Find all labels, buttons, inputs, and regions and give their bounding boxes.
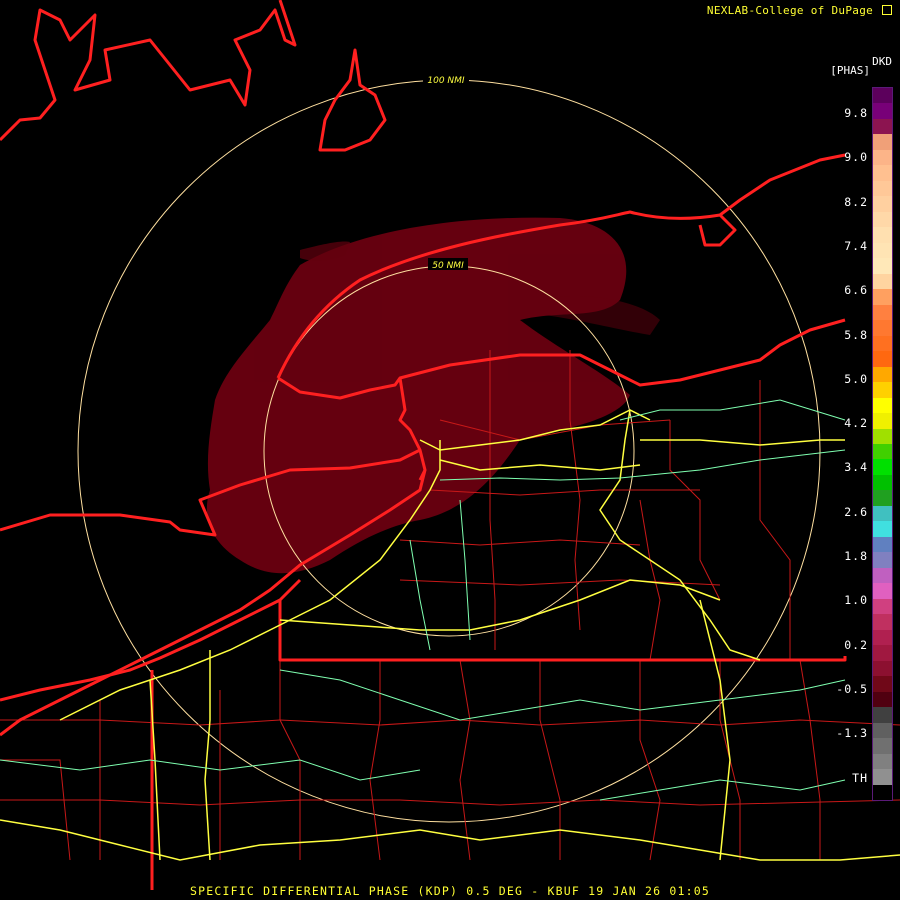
units-label: [PHAS] bbox=[830, 64, 870, 77]
colorbar-segment bbox=[873, 242, 892, 259]
colorbar-tick-label: 1.8 bbox=[844, 549, 868, 563]
colorbar-segment bbox=[873, 629, 892, 646]
credit-label[interactable]: NEXLAB-College of DuPage bbox=[707, 4, 892, 17]
colorbar-segment bbox=[873, 118, 892, 135]
colorbar-segment bbox=[873, 444, 892, 460]
colorbar-segment bbox=[873, 211, 892, 228]
colorbar-tick-label: 9.8 bbox=[844, 106, 868, 120]
colorbar-segment bbox=[873, 583, 892, 600]
colorbar-tick-label: 1.0 bbox=[844, 593, 868, 608]
colorbar-segment bbox=[873, 784, 892, 801]
colorbar-tick-label: 8.2 bbox=[844, 194, 868, 209]
colorbar-tick-label: 9.0 bbox=[844, 150, 868, 165]
colorbar-segment bbox=[873, 180, 892, 197]
colorbar-segment bbox=[873, 397, 892, 414]
colorbar-tick-label: 6.6 bbox=[844, 283, 868, 298]
colorbar-segment bbox=[873, 691, 892, 708]
colorbar-segment bbox=[873, 103, 892, 120]
colorbar-segment bbox=[873, 738, 892, 755]
colorbar-segment bbox=[873, 490, 892, 507]
colorbar-segment bbox=[873, 258, 892, 275]
colorbar-segment bbox=[873, 428, 892, 445]
colorbar-segment bbox=[873, 413, 892, 429]
colorbar-segment bbox=[873, 614, 892, 631]
credit-text: NEXLAB-College of DuPage bbox=[706, 4, 874, 17]
colorbar-tick-label: 5.0 bbox=[844, 371, 868, 386]
external-link-icon bbox=[882, 5, 892, 15]
radar-map: 100 NMI 50 NMI bbox=[0, 0, 900, 890]
colorbar-segment bbox=[873, 149, 892, 166]
colorbar-segment bbox=[873, 273, 892, 290]
colorbar-tick-label: 0.2 bbox=[844, 637, 868, 652]
product-footer: SPECIFIC DIFFERENTIAL PHASE (KDP) 0.5 DE… bbox=[190, 884, 710, 898]
range-ring-label-50: 50 NMI bbox=[432, 261, 464, 271]
colorbar-segment bbox=[873, 366, 892, 383]
colorbar-segment bbox=[873, 753, 892, 770]
colorbar-tick-label: -1.3 bbox=[836, 726, 868, 741]
colorbar-segment bbox=[873, 707, 892, 724]
colorbar-segment bbox=[873, 88, 892, 104]
colorbar-segment bbox=[873, 645, 892, 662]
product-code: DKD bbox=[872, 55, 892, 68]
colorbar-segment bbox=[873, 598, 892, 615]
colorbar-segment bbox=[873, 459, 892, 476]
colorbar-segment bbox=[873, 227, 892, 244]
colorbar-segment bbox=[873, 474, 892, 491]
colorbar-segment bbox=[873, 505, 892, 522]
colorbar-segment bbox=[873, 335, 892, 352]
colorbar-segment bbox=[873, 722, 892, 739]
colorbar-segment bbox=[873, 320, 892, 337]
colorbar-segment bbox=[873, 536, 892, 553]
colorbar-segment bbox=[873, 521, 892, 538]
colorbar-segment bbox=[873, 289, 892, 306]
colorbar-tick-label: 4.2 bbox=[844, 416, 868, 431]
colorbar-segment bbox=[873, 769, 892, 785]
colorbar-segment bbox=[873, 552, 892, 569]
colorbar-segment bbox=[873, 304, 892, 321]
colorbar-segment bbox=[873, 351, 892, 368]
colorbar-tick-label: 5.8 bbox=[844, 327, 868, 342]
colorbar-segment bbox=[873, 567, 892, 584]
colorbar-tick-label: 3.4 bbox=[844, 460, 868, 475]
colorbar-segment bbox=[873, 660, 892, 677]
colorbar-segment bbox=[873, 196, 892, 213]
colorbar-tick-label: 7.4 bbox=[844, 238, 868, 253]
colorbar-segment bbox=[873, 134, 892, 151]
colorbar-segment bbox=[873, 165, 892, 182]
colorbar-tick-label: TH bbox=[852, 770, 868, 785]
colorbar-segment bbox=[873, 676, 892, 693]
colorbar-segment bbox=[873, 382, 892, 399]
colorbar-tick-label: 2.6 bbox=[844, 504, 868, 519]
colorbar bbox=[872, 87, 893, 801]
range-ring-label-100: 100 NMI bbox=[427, 76, 465, 86]
colorbar-tick-label: -0.5 bbox=[836, 681, 868, 696]
